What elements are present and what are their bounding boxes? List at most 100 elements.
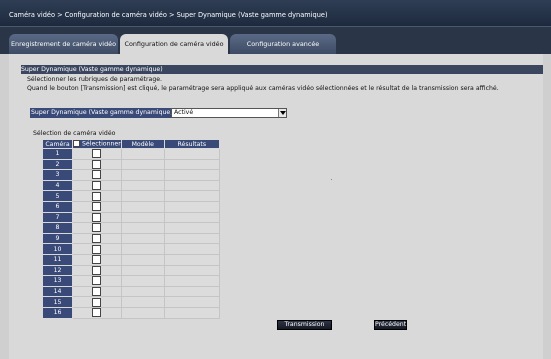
- model-cell: [120, 243, 165, 255]
- table-row: 9: [42, 232, 220, 245]
- table-row: 12: [42, 264, 220, 277]
- select-cell: [72, 232, 122, 245]
- model-cell: [120, 211, 165, 224]
- table-row: 6: [42, 200, 220, 213]
- camera-number: 12: [42, 264, 73, 277]
- tab-advanced-config[interactable]: Configuration avancée: [230, 34, 336, 54]
- select-all-checkbox[interactable]: [73, 140, 80, 148]
- camera-number: 14: [42, 285, 73, 298]
- results-cell: [163, 179, 220, 192]
- camera-number: 3: [42, 169, 73, 181]
- super-dynamic-value: Activé: [174, 109, 194, 116]
- camera-number: 10: [42, 243, 73, 255]
- camera-table: Caméra Sélectionner Modèle Résultats 123…: [42, 139, 220, 319]
- camera-select-checkbox[interactable]: [92, 308, 102, 318]
- results-cell: [163, 285, 220, 298]
- model-cell: [120, 232, 165, 245]
- select-cell: [72, 306, 122, 319]
- table-row: 2: [42, 158, 220, 171]
- model-cell: [120, 275, 165, 287]
- camera-number: 16: [42, 306, 73, 319]
- results-cell: [163, 222, 220, 234]
- table-row: 7: [42, 211, 220, 224]
- stray-dot: [331, 179, 332, 180]
- camera-select-checkbox[interactable]: [92, 223, 102, 233]
- tab-strip: Enregistrement de caméra vidéo Configura…: [0, 27, 551, 54]
- table-row: 4: [42, 179, 220, 192]
- camera-number: 2: [42, 158, 73, 171]
- camera-select-checkbox[interactable]: [92, 297, 102, 307]
- select-cell: [72, 275, 122, 287]
- camera-select-checkbox[interactable]: [92, 181, 102, 191]
- model-cell: [120, 222, 165, 234]
- camera-select-checkbox[interactable]: [92, 202, 102, 212]
- table-header-row: Caméra Sélectionner Modèle Résultats: [42, 139, 220, 149]
- model-cell: [120, 158, 165, 171]
- camera-select-checkbox[interactable]: [92, 191, 102, 201]
- results-cell: [163, 232, 220, 245]
- model-cell: [120, 190, 165, 202]
- select-cell: [72, 158, 122, 171]
- column-results: Résultats: [163, 139, 220, 149]
- super-dynamic-label: Super Dynamique (Vaste gamme dynamique): [30, 108, 174, 118]
- column-model: Modèle: [120, 139, 165, 149]
- select-cell: [72, 200, 122, 213]
- results-cell: [163, 200, 220, 213]
- select-cell: [72, 169, 122, 181]
- camera-number: 5: [42, 190, 73, 202]
- camera-number: 9: [42, 232, 73, 245]
- select-cell: [72, 222, 122, 234]
- chevron-down-icon[interactable]: [278, 109, 286, 117]
- camera-select-checkbox[interactable]: [92, 265, 102, 275]
- camera-number: 15: [42, 296, 73, 308]
- results-cell: [163, 243, 220, 255]
- results-cell: [163, 253, 220, 266]
- select-cell: [72, 253, 122, 266]
- camera-number: 1: [42, 148, 73, 160]
- camera-select-checkbox[interactable]: [92, 244, 102, 254]
- table-row: 5: [42, 190, 220, 202]
- table-row: 3: [42, 169, 220, 181]
- select-cell: [72, 285, 122, 298]
- model-cell: [120, 200, 165, 213]
- results-cell: [163, 148, 220, 160]
- super-dynamic-select[interactable]: Activé: [171, 108, 287, 118]
- results-cell: [163, 296, 220, 308]
- camera-select-checkbox[interactable]: [92, 149, 102, 159]
- table-row: 1: [42, 148, 220, 160]
- section-title: Super Dynamique (Vaste gamme dynamique): [21, 66, 163, 73]
- transmission-button[interactable]: Transmission: [277, 320, 332, 330]
- camera-select-checkbox[interactable]: [92, 234, 102, 244]
- table-row: 15: [42, 296, 220, 308]
- content-panel: Super Dynamique (Vaste gamme dynamique) …: [9, 54, 543, 359]
- select-cell: [72, 243, 122, 255]
- results-cell: [163, 190, 220, 202]
- camera-select-checkbox[interactable]: [92, 170, 102, 180]
- camera-select-checkbox[interactable]: [92, 159, 102, 169]
- table-row: 10: [42, 243, 220, 255]
- camera-selection-label: Sélection de caméra vidéo: [33, 130, 116, 137]
- select-cell: [72, 148, 122, 160]
- previous-button[interactable]: Précédent: [374, 320, 407, 330]
- tab-camera-config[interactable]: Configuration de caméra vidéo: [120, 34, 228, 54]
- camera-number: 8: [42, 222, 73, 234]
- section-header: Super Dynamique (Vaste gamme dynamique): [21, 65, 543, 74]
- camera-select-checkbox[interactable]: [92, 212, 102, 222]
- camera-select-checkbox[interactable]: [92, 287, 102, 297]
- results-cell: [163, 275, 220, 287]
- model-cell: [120, 169, 165, 181]
- results-cell: [163, 306, 220, 319]
- camera-select-checkbox[interactable]: [92, 276, 102, 286]
- select-cell: [72, 264, 122, 277]
- table-row: 11: [42, 253, 220, 266]
- select-cell: [72, 296, 122, 308]
- results-cell: [163, 264, 220, 277]
- model-cell: [120, 296, 165, 308]
- select-cell: [72, 179, 122, 192]
- model-cell: [120, 264, 165, 277]
- table-row: 16: [42, 306, 220, 319]
- tab-recording[interactable]: Enregistrement de caméra vidéo: [9, 34, 118, 54]
- column-camera: Caméra: [42, 139, 73, 149]
- camera-select-checkbox[interactable]: [92, 255, 102, 265]
- model-cell: [120, 285, 165, 298]
